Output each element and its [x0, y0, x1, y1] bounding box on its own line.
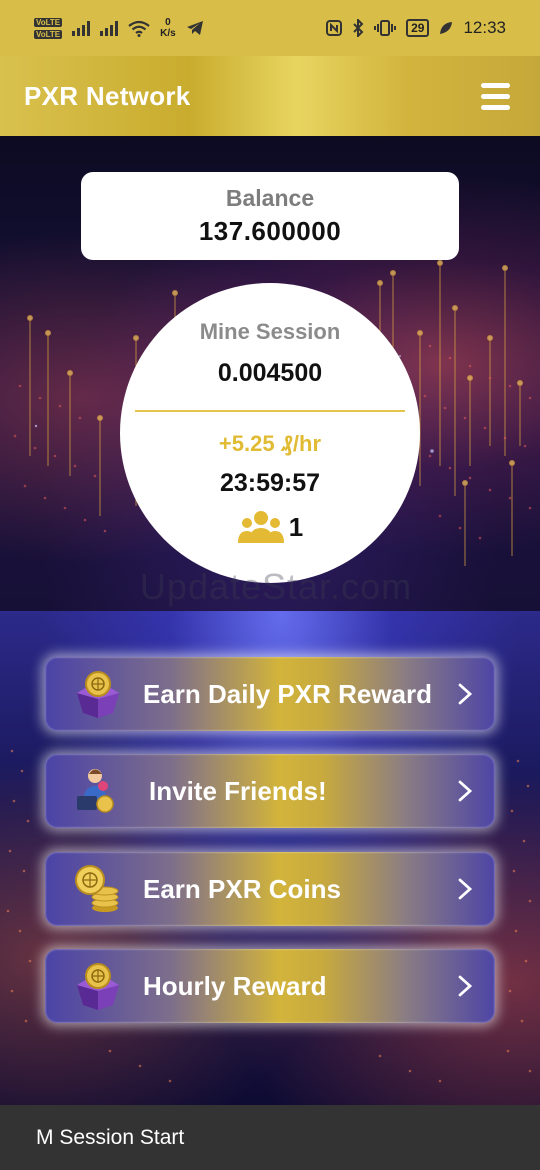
signal-icon: [72, 20, 91, 36]
hourly-reward-label: Hourly Reward: [143, 971, 327, 1001]
chevron-right-icon: [458, 683, 473, 705]
mine-session-value: 0.004500: [217, 359, 323, 387]
chevron-right-icon: [458, 780, 473, 802]
hourly-reward-button[interactable]: Hourly Reward: [45, 949, 495, 1023]
chevron-right-icon: [458, 975, 473, 997]
team-icon: [237, 511, 284, 543]
mine-divider: [135, 410, 405, 412]
vibrate-icon: [374, 20, 397, 36]
chevron-right-icon: [458, 878, 473, 900]
watermark: UpdateStar.com: [139, 566, 413, 607]
balance-card: Balance 137.600000: [81, 172, 459, 260]
leaf-icon: [440, 22, 453, 34]
mine-session-circle[interactable]: Mine Session 0.004500 +5.25 ₰/hr 23:59:5…: [120, 283, 420, 583]
battery-indicator: 29: [406, 19, 430, 37]
invite-friends-label: Invite Friends!: [149, 776, 327, 806]
balance-value: 137.600000: [198, 216, 342, 246]
network-speed-unit: K/s: [160, 28, 176, 39]
app-title: PXR Network: [24, 80, 191, 111]
mine-rate: +5.25 ₰/hr: [218, 431, 322, 456]
menu-icon[interactable]: [481, 82, 510, 110]
earn-pxr-coins-label: Earn PXR Coins: [143, 874, 341, 904]
snackbar: M Session Start: [0, 1105, 540, 1170]
gift-box-icon: [77, 671, 119, 718]
status-right: 29 12:33: [326, 18, 506, 38]
app-bar: PXR Network: [0, 56, 540, 136]
bluetooth-icon: [353, 19, 364, 37]
mine-session-label: Mine Session: [199, 319, 341, 344]
telegram-icon: [186, 21, 203, 35]
balance-label: Balance: [225, 185, 315, 211]
earn-daily-reward-button[interactable]: Earn Daily PXR Reward: [45, 657, 495, 731]
team-row: 1: [120, 509, 420, 545]
clock: 12:33: [463, 18, 506, 37]
invite-friends-button[interactable]: Invite Friends!: [45, 754, 495, 828]
volte-icon: VoLTE VoLTE: [34, 17, 63, 39]
earn-daily-reward-label: Earn Daily PXR Reward: [143, 679, 432, 709]
earn-pxr-coins-button[interactable]: Earn PXR Coins: [45, 852, 495, 926]
status-bar: VoLTE VoLTE 0 K/s 29 12:33: [0, 0, 540, 56]
network-speed: 0 K/s: [160, 17, 176, 39]
nfc-icon: [326, 20, 343, 36]
network-speed-value: 0: [165, 17, 171, 28]
signal-icon: [100, 20, 119, 36]
snackbar-message: M Session Start: [36, 1126, 185, 1149]
status-left: VoLTE VoLTE 0 K/s: [34, 17, 204, 39]
wifi-icon: [128, 20, 150, 37]
gift-box-icon: [77, 963, 119, 1010]
invite-friends-icon: [77, 769, 114, 813]
team-count: 1: [288, 511, 304, 542]
mine-timer: 23:59:57: [219, 469, 321, 497]
coin-stack-icon: [75, 865, 119, 912]
